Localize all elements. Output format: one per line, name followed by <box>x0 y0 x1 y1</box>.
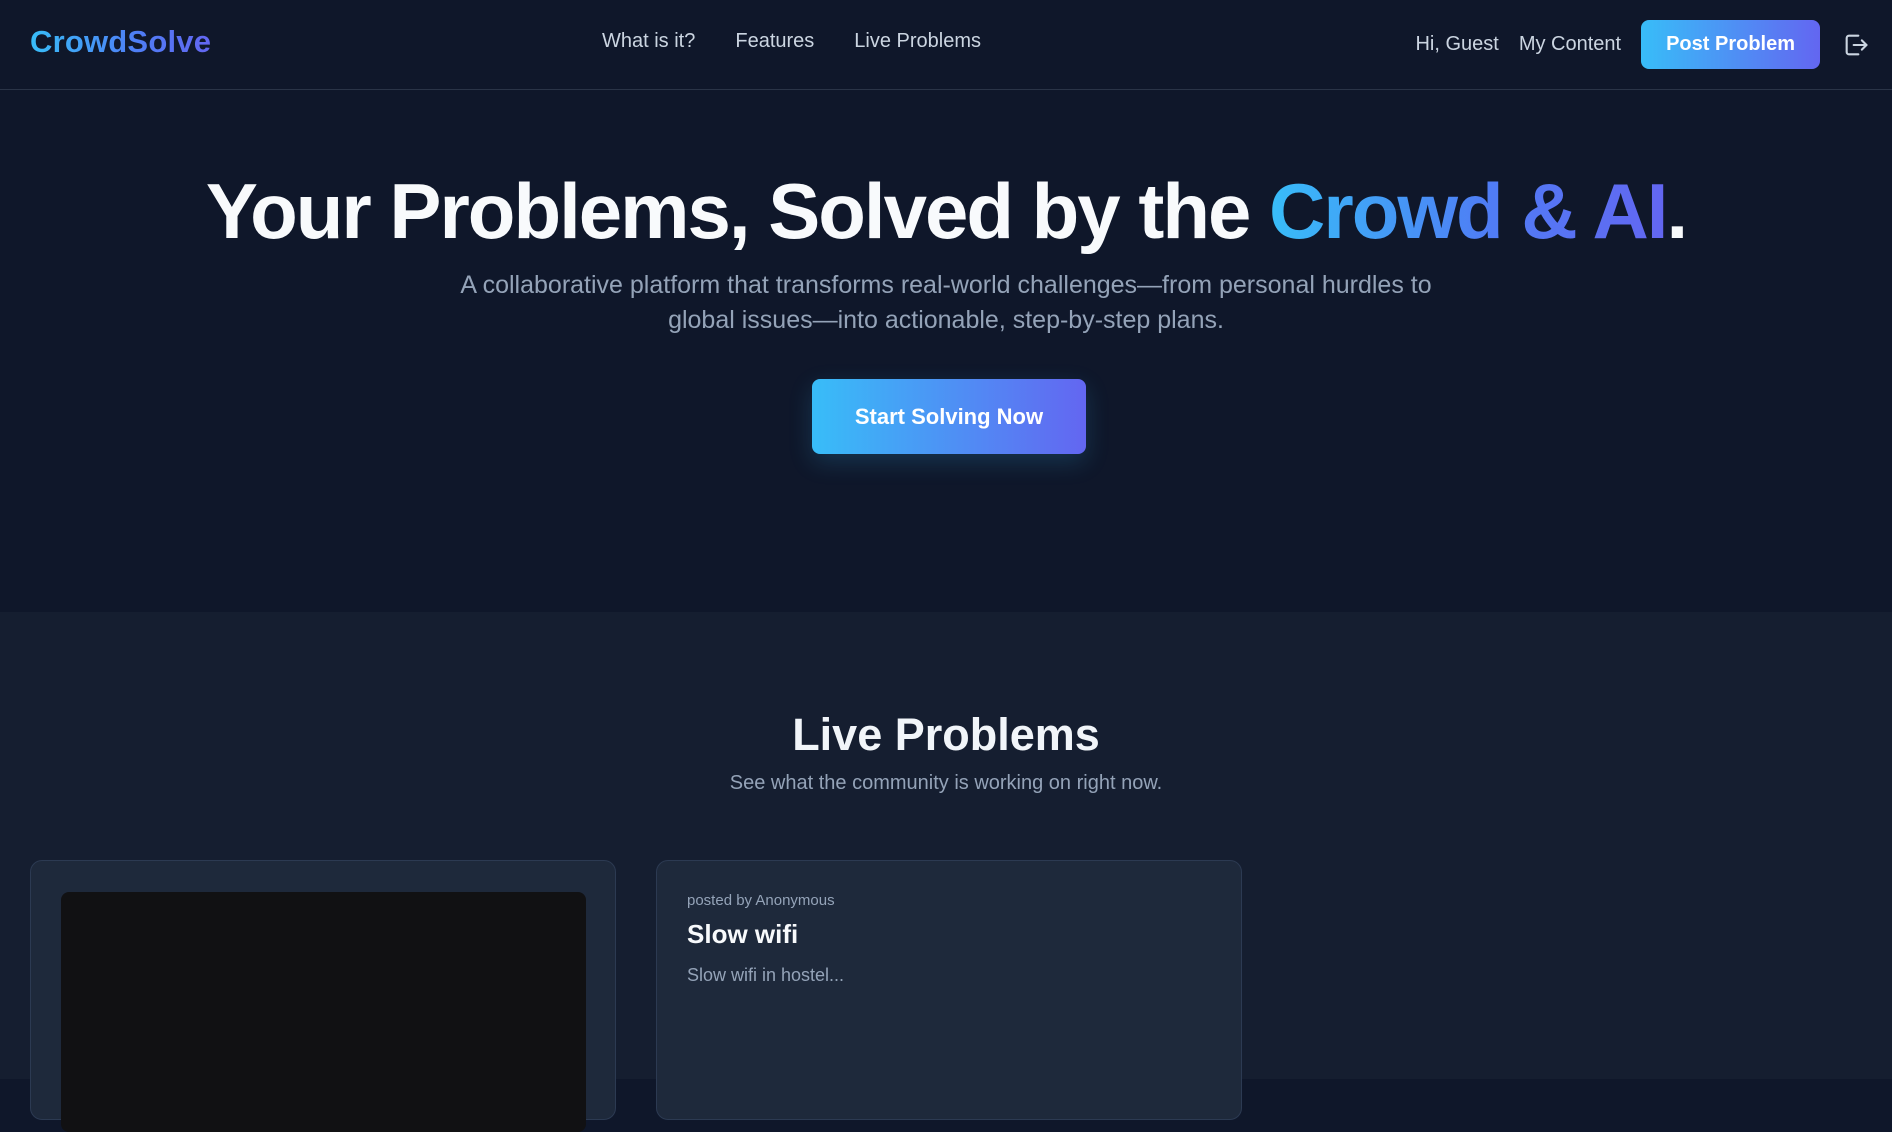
card-image <box>61 892 586 1132</box>
start-solving-button[interactable]: Start Solving Now <box>812 379 1086 454</box>
section-subtitle: See what the community is working on rig… <box>729 772 1163 794</box>
my-content-link[interactable]: My Content <box>1519 33 1621 56</box>
problem-card[interactable]: posted by Anonymous Slow wifi Slow wifi … <box>656 860 1242 1120</box>
hero-title-period: . <box>1666 167 1688 255</box>
card-title[interactable]: Slow wifi <box>687 919 798 950</box>
hero-title-highlight: Crowd & AI <box>1269 167 1668 255</box>
nav-what-is-it[interactable]: What is it? <box>602 30 695 53</box>
section-title: Live Problems <box>792 709 1100 760</box>
logo[interactable]: CrowdSolve <box>30 24 211 60</box>
problem-card[interactable] <box>30 860 616 1132</box>
main-nav: What is it? Features Live Problems <box>602 30 981 53</box>
user-actions: Hi, Guest My Content Post Problem <box>1415 20 1870 69</box>
post-problem-button[interactable]: Post Problem <box>1641 20 1820 69</box>
hero-title-text: Your Problems, Solved by the <box>205 167 1270 255</box>
nav-live-problems[interactable]: Live Problems <box>854 30 981 53</box>
hero-subtitle: A collaborative platform that transforms… <box>460 271 1432 334</box>
hero-section: Your Problems, Solved by the Crowd & AI.… <box>0 91 1892 612</box>
card-author: posted by Anonymous <box>687 892 835 909</box>
logout-icon[interactable] <box>1842 31 1870 59</box>
user-greeting: Hi, Guest <box>1415 33 1499 55</box>
top-navbar: CrowdSolve What is it? Features Live Pro… <box>0 0 1892 90</box>
hero-title: Your Problems, Solved by the Crowd & AI. <box>0 167 1892 255</box>
live-problems-section: Live Problems See what the community is … <box>0 612 1892 1132</box>
nav-features[interactable]: Features <box>735 30 814 53</box>
card-description: Slow wifi in hostel... <box>687 965 845 985</box>
